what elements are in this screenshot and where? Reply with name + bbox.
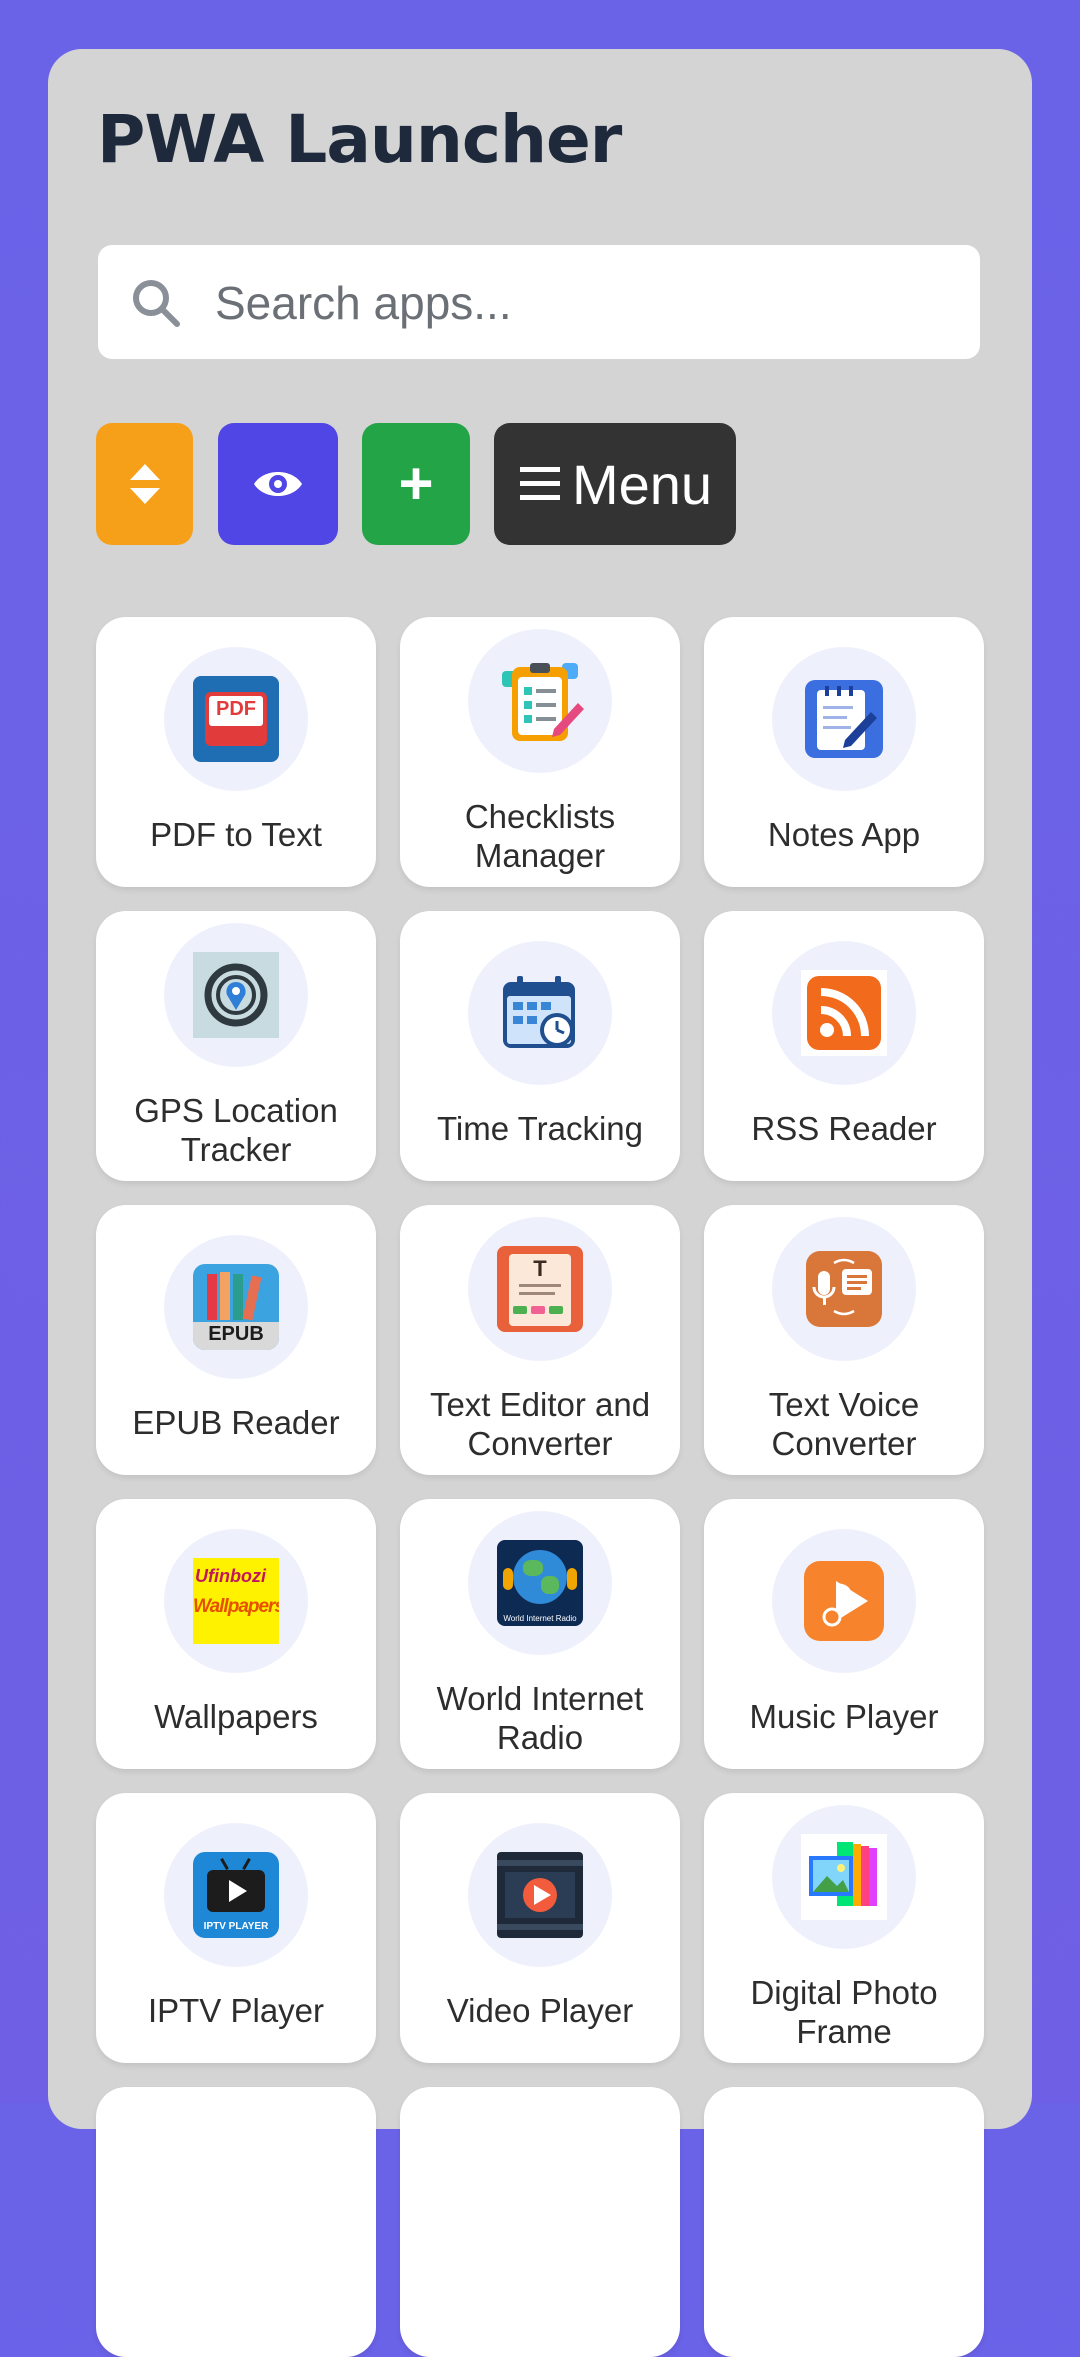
app-card-text-voice-converter[interactable]: Text Voice Converter <box>704 1205 984 1475</box>
app-card-time-tracking[interactable]: Time Tracking <box>400 911 680 1181</box>
plus-icon: + <box>398 450 434 517</box>
checklist-app-icon <box>502 663 584 741</box>
app-card-partial[interactable] <box>704 2087 984 2357</box>
app-card-pdf-to-text[interactable]: PDF PDF to Text <box>96 617 376 887</box>
sort-button[interactable] <box>96 423 193 545</box>
app-label: GPS Location Tracker <box>134 1092 338 1168</box>
app-card-video-player[interactable]: Video Player <box>400 1793 680 2063</box>
sort-icon <box>129 464 160 504</box>
pdf-app-icon: PDF <box>193 676 279 762</box>
app-label: Text Voice Converter <box>768 1386 920 1462</box>
app-label: EPUB Reader <box>132 1404 340 1441</box>
app-label: RSS Reader <box>751 1110 937 1147</box>
app-label: Time Tracking <box>437 1110 643 1147</box>
app-card-rss-reader[interactable]: RSS Reader <box>704 911 984 1181</box>
app-label: Wallpapers <box>154 1698 318 1735</box>
app-label: World Internet Radio <box>436 1680 644 1756</box>
rss-icon <box>801 970 887 1056</box>
text-editor-app-icon: T <box>497 1246 583 1332</box>
app-label: PDF to Text <box>150 816 322 853</box>
app-label: Video Player <box>446 1992 634 2029</box>
app-label: Music Player <box>749 1698 939 1735</box>
epub-app-icon: EPUB <box>193 1264 279 1350</box>
add-app-button[interactable]: + <box>362 423 470 545</box>
app-label: IPTV Player <box>147 1992 325 2029</box>
app-label: Digital Photo Frame <box>750 1974 938 2050</box>
menu-label: Menu <box>571 452 713 516</box>
app-card-epub-reader[interactable]: EPUB EPUB Reader <box>96 1205 376 1475</box>
voice-text-app-icon <box>806 1251 882 1327</box>
notes-app-icon <box>805 680 883 758</box>
app-card-text-editor-and-converter[interactable]: T Text Editor and Converter <box>400 1205 680 1475</box>
app-card-world-internet-radio[interactable]: World Internet Radio World Internet Radi… <box>400 1499 680 1769</box>
menu-button[interactable]: Menu <box>494 423 736 545</box>
app-card-notes-app[interactable]: Notes App <box>704 617 984 887</box>
app-label: Checklists Manager <box>464 798 616 874</box>
search-box[interactable] <box>98 245 980 361</box>
radio-globe-app-icon: World Internet Radio <box>497 1540 583 1626</box>
app-label: Notes App <box>767 816 921 853</box>
app-card-iptv-player[interactable]: IPTV PLAYER IPTV Player <box>96 1793 376 2063</box>
app-label: Text Editor and Converter <box>429 1386 651 1462</box>
visibility-toggle-button[interactable] <box>218 423 338 545</box>
launcher-panel: PWA Launcher + Menu <box>48 49 1032 2357</box>
search-icon <box>133 280 180 327</box>
app-card-wallpapers[interactable]: Ufinbozi Wallpapers Wallpapers <box>96 1499 376 1769</box>
music-player-icon <box>804 1561 884 1641</box>
wallpapers-app-icon: Ufinbozi Wallpapers <box>193 1558 279 1644</box>
search-input[interactable] <box>213 245 957 361</box>
app-card-partial[interactable] <box>400 2087 680 2357</box>
app-card-checklists-manager[interactable]: Checklists Manager <box>400 617 680 887</box>
hamburger-icon <box>519 467 560 500</box>
app-card-digital-photo-frame[interactable]: Digital Photo Frame <box>704 1793 984 2063</box>
iptv-app-icon: IPTV PLAYER <box>193 1852 279 1938</box>
eye-icon <box>254 472 302 496</box>
gps-app-icon <box>193 952 279 1038</box>
photo-frame-icon <box>801 1834 887 1920</box>
video-player-icon <box>497 1852 583 1938</box>
calendar-clock-icon <box>503 976 575 1048</box>
app-card-gps-location-tracker[interactable]: GPS Location Tracker <box>96 911 376 1181</box>
page-title: PWA Launcher <box>97 101 622 178</box>
app-card-music-player[interactable]: Music Player <box>704 1499 984 1769</box>
app-card-partial[interactable] <box>96 2087 376 2357</box>
